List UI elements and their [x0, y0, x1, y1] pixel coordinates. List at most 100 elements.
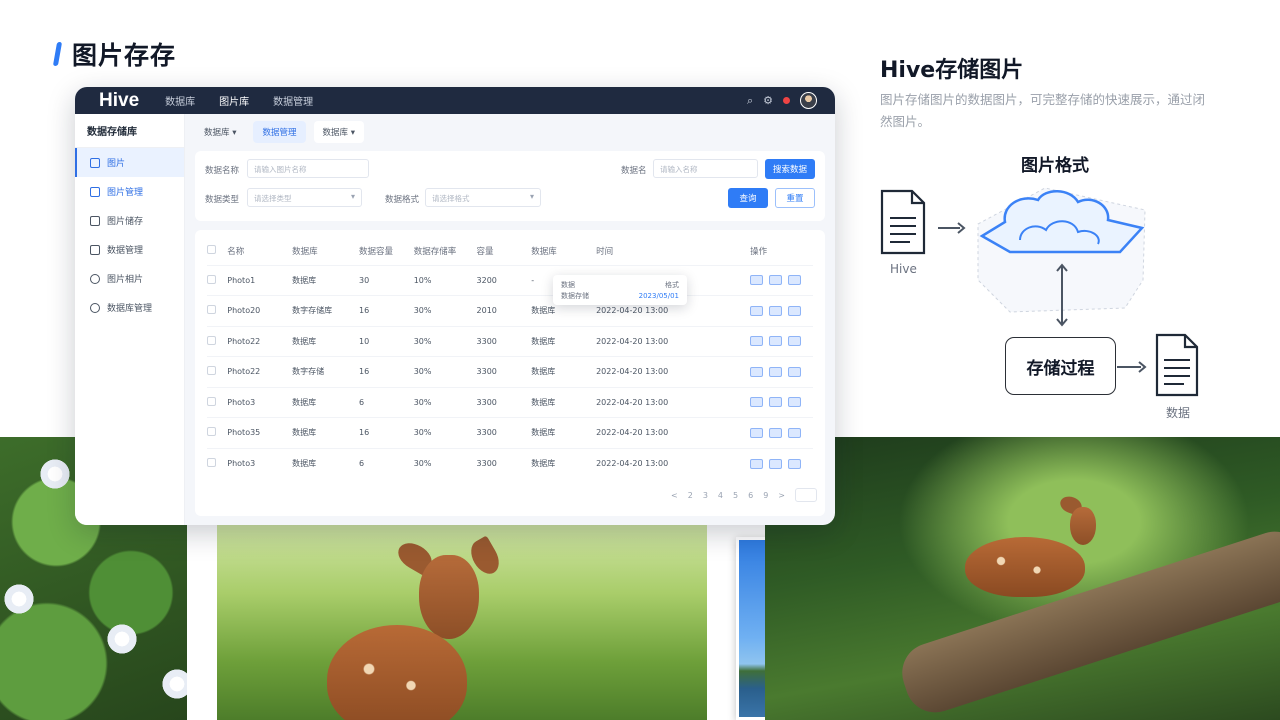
row-checkbox[interactable] [207, 335, 216, 345]
page-number[interactable]: 2 [688, 491, 693, 500]
edit-icon[interactable] [769, 427, 783, 438]
edit-icon[interactable] [769, 305, 783, 316]
page-number[interactable]: 9 [763, 491, 768, 500]
tab-data-management[interactable]: 数据管理 [253, 121, 306, 143]
section-description: 图片存储图片的数据图片，可完整存储的快速展示，通过闭然图片。 [880, 92, 1206, 129]
sidebar-item-database-management[interactable]: 数据库管理 [75, 293, 184, 322]
cell-rate: 30% [413, 367, 432, 377]
format-label: 数据格式 [385, 195, 420, 205]
prev-page-button[interactable]: < [671, 491, 678, 500]
table-row[interactable]: Photo1数据库3010%3200-2022-04-20 13:00 [207, 264, 813, 296]
page-number[interactable]: 3 [703, 491, 708, 500]
column-header[interactable]: 数据库 [531, 238, 596, 265]
image-icon [90, 157, 100, 168]
table-row[interactable]: Photo20 数字存储库 16 30% 2010 数据库 2022-04-20 13:00 [207, 295, 813, 326]
tab-database-2[interactable]: 数据库 ▾ [313, 121, 364, 143]
query-button[interactable]: 查询 [728, 188, 768, 208]
next-page-button[interactable]: > [778, 491, 785, 500]
column-header[interactable]: 名称 [227, 238, 292, 265]
delete-icon[interactable] [788, 275, 802, 286]
cell-name: Photo1 [227, 275, 256, 285]
tab-database[interactable]: 数据库 ▾ [195, 121, 245, 143]
sidebar-item-label: 图片 [107, 159, 126, 169]
delete-icon[interactable] [788, 305, 802, 316]
cell-name: Photo3 [227, 397, 256, 407]
edit-icon[interactable] [769, 366, 783, 377]
cell-capacity: 3300 [476, 397, 497, 407]
notification-icon[interactable] [783, 97, 790, 104]
name-field[interactable]: 请输入图片名称 [247, 159, 369, 178]
avatar[interactable] [800, 92, 817, 109]
page-size-select[interactable] [795, 488, 817, 502]
column-header[interactable]: 时间 [596, 238, 750, 265]
popover-label: 数据 [561, 280, 575, 289]
row-checkbox[interactable] [207, 274, 216, 284]
edit-icon[interactable] [769, 275, 783, 286]
sidebar-item-photos[interactable]: 图片相片 [75, 264, 184, 293]
category-select[interactable]: 请选择类型 [247, 188, 362, 207]
row-checkbox[interactable] [207, 396, 216, 406]
delete-icon[interactable] [788, 366, 802, 377]
view-icon[interactable] [750, 366, 764, 377]
table-row[interactable]: Photo22 数据库 10 30% 3300 数据库 2022-04-20 13:00 [207, 325, 813, 357]
top-nav-item[interactable]: 图片库 [219, 93, 249, 108]
view-icon[interactable] [750, 305, 764, 316]
cell-name: Photo35 [227, 428, 261, 438]
row-checkbox[interactable] [207, 366, 216, 376]
popover-label: 数据存储 [561, 291, 589, 300]
table-row[interactable]: Photo22 数字存储 16 30% 3300 数据库 2022-04-20 13:00 [207, 356, 813, 387]
edit-icon[interactable] [769, 336, 783, 347]
tab-bar: 数据库 ▾ 数据管理 数据库 ▾ [195, 120, 825, 144]
search-input[interactable]: 请输入名称 [653, 159, 758, 178]
view-icon[interactable] [750, 458, 764, 469]
cell-database: 数字存储库 [292, 306, 333, 316]
white-flower [105, 622, 139, 656]
format-select[interactable]: 请选择格式 [425, 188, 541, 207]
page-number[interactable]: 5 [733, 491, 738, 500]
row-checkbox[interactable] [207, 305, 216, 315]
search-icon[interactable]: ⌕ [747, 94, 753, 108]
sidebar-item-image-management[interactable]: 图片管理 [75, 177, 184, 206]
row-checkbox[interactable] [207, 458, 216, 467]
reset-button[interactable]: 重置 [775, 188, 815, 208]
edit-icon[interactable] [769, 458, 783, 469]
sidebar: 数据存储库 图片 图片管理 图片储存 数据管理 图片相片 数据库管理 [75, 114, 185, 525]
table-row[interactable]: Photo3 数据库 6 30% 3300 数据库 2022-04-20 13:00 [207, 447, 813, 479]
column-header[interactable]: 数据库 [292, 238, 359, 265]
top-nav-item[interactable]: 数据库 [165, 93, 195, 108]
cell-capacity: 3300 [476, 428, 497, 438]
sidebar-item-label: 图片管理 [107, 188, 144, 198]
top-nav-item[interactable]: 数据管理 [273, 93, 313, 108]
view-icon[interactable] [750, 336, 764, 347]
settings-icon[interactable]: ⚙ [763, 94, 773, 107]
sidebar-item-image-storage[interactable]: 图片储存 [75, 206, 184, 235]
table-row[interactable]: Photo3 数据库 6 30% 3300 数据库 2022-04-20 13:00 [207, 386, 813, 418]
view-icon[interactable] [750, 397, 764, 408]
column-header[interactable]: 数据容量 [359, 238, 414, 265]
page-number[interactable]: 6 [748, 491, 753, 500]
column-header[interactable]: 数据存储率 [414, 238, 477, 265]
delete-icon[interactable] [788, 397, 802, 408]
delete-icon[interactable] [788, 427, 802, 438]
page-number[interactable]: 4 [718, 491, 723, 500]
arrow-right-icon [938, 222, 966, 234]
table-row[interactable]: Photo35 数据库 16 30% 3300 数据库 2022-04-20 13:00 [207, 417, 813, 448]
delete-icon[interactable] [788, 336, 802, 347]
cell-size: 10 [358, 336, 370, 346]
column-header[interactable]: 容量 [477, 238, 532, 265]
brand-logo[interactable]: Hive [99, 90, 139, 112]
document-icon [90, 244, 100, 255]
data-table-card: 名称 数据库 数据容量 数据存储率 容量 数据库 时间 操作 Photo1 数据库… [195, 230, 825, 516]
cell-store: 数据库 [531, 459, 556, 468]
sidebar-item-data-management[interactable]: 数据管理 [75, 235, 184, 264]
sidebar-item-images[interactable]: 图片 [75, 148, 184, 177]
delete-icon[interactable] [788, 458, 802, 469]
search-button[interactable]: 搜索数据 [765, 159, 815, 179]
popover-value: 2023/05/01 [638, 291, 679, 300]
view-icon[interactable] [750, 427, 764, 438]
edit-icon[interactable] [769, 397, 783, 408]
view-icon[interactable] [750, 275, 764, 286]
row-actions [750, 305, 813, 316]
row-checkbox[interactable] [207, 427, 216, 437]
select-all-checkbox[interactable] [207, 245, 216, 255]
